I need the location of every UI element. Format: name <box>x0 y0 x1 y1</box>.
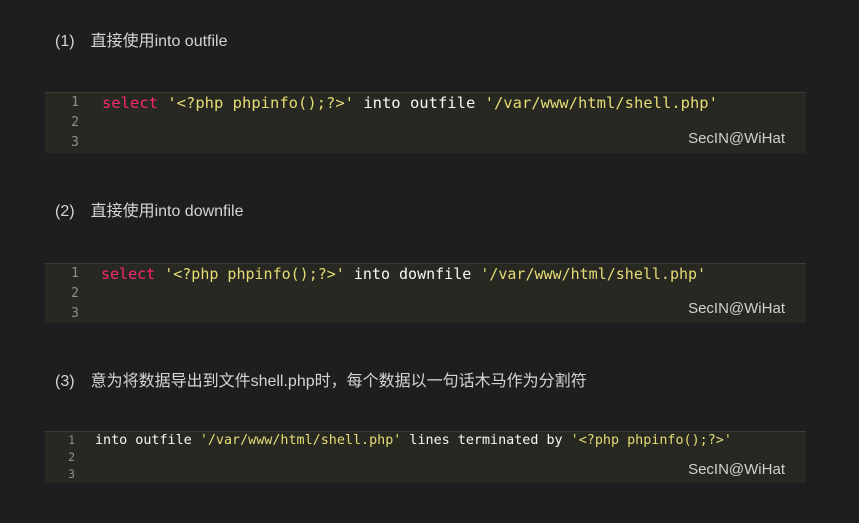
code-text: into outfile <box>353 94 485 112</box>
code-string: '/var/www/html/shell.php' <box>480 265 707 283</box>
code-block: 1 2 3 select '<?php phpinfo();?>' into o… <box>45 92 806 153</box>
code-string: '<?php phpinfo();?>' <box>570 433 732 448</box>
code-keyword: select <box>102 94 158 112</box>
section-heading-text: 直接使用into outfile <box>90 33 228 50</box>
line-number: 3 <box>71 135 79 150</box>
section-heading-text: 意为将数据导出到文件shell.php时，每个数据以一句话木马作为分割符 <box>90 373 587 390</box>
code-keyword: select <box>101 265 156 283</box>
watermark: SecIN@WiHat <box>688 461 785 478</box>
line-number: 2 <box>71 115 79 130</box>
code-text: into downfile <box>344 265 481 283</box>
watermark: SecIN@WiHat <box>688 130 785 147</box>
code-string: '/var/www/html/shell.php' <box>484 94 718 112</box>
code-text: into outfile <box>95 433 200 448</box>
code-content: select '<?php phpinfo();?>' into outfile… <box>102 93 718 153</box>
section-heading: (1) 直接使用into outfile <box>55 32 228 52</box>
watermark: SecIN@WiHat <box>688 300 785 317</box>
line-number: 3 <box>71 306 79 321</box>
code-string: '/var/www/html/shell.php' <box>199 433 402 448</box>
code-string: '<?php phpinfo();?>' <box>167 94 354 112</box>
line-number: 1 <box>71 95 79 110</box>
section-heading: (3) 意为将数据导出到文件shell.php时，每个数据以一句话木马作为分割符 <box>55 372 587 392</box>
code-line: select '<?php phpinfo();?>' into downfil… <box>101 264 706 284</box>
line-number-gutter: 1 2 3 <box>45 264 79 323</box>
line-number: 3 <box>68 467 75 481</box>
code-content: into outfile '/var/www/html/shell.php' l… <box>95 432 732 483</box>
line-number: 1 <box>68 433 75 447</box>
code-content: select '<?php phpinfo();?>' into downfil… <box>101 264 706 323</box>
section-heading: (2) 直接使用into downfile <box>55 202 244 222</box>
section-number: (1) <box>55 33 75 50</box>
line-number-gutter: 1 2 3 <box>45 432 75 483</box>
line-number: 2 <box>68 450 75 464</box>
section-number: (3) <box>55 373 75 390</box>
code-line: into outfile '/var/www/html/shell.php' l… <box>95 432 732 449</box>
section-heading-text: 直接使用into downfile <box>90 203 244 220</box>
line-number: 2 <box>71 286 79 301</box>
line-number: 1 <box>71 266 79 281</box>
code-text: lines terminated by <box>401 433 571 448</box>
section-number: (2) <box>55 203 75 220</box>
code-string: '<?php phpinfo();?>' <box>164 265 345 283</box>
code-line: select '<?php phpinfo();?>' into outfile… <box>102 93 718 113</box>
code-block: 1 2 3 select '<?php phpinfo();?>' into d… <box>45 263 806 323</box>
code-block: 1 2 3 into outfile '/var/www/html/shell.… <box>45 431 806 483</box>
line-number-gutter: 1 2 3 <box>45 93 79 153</box>
